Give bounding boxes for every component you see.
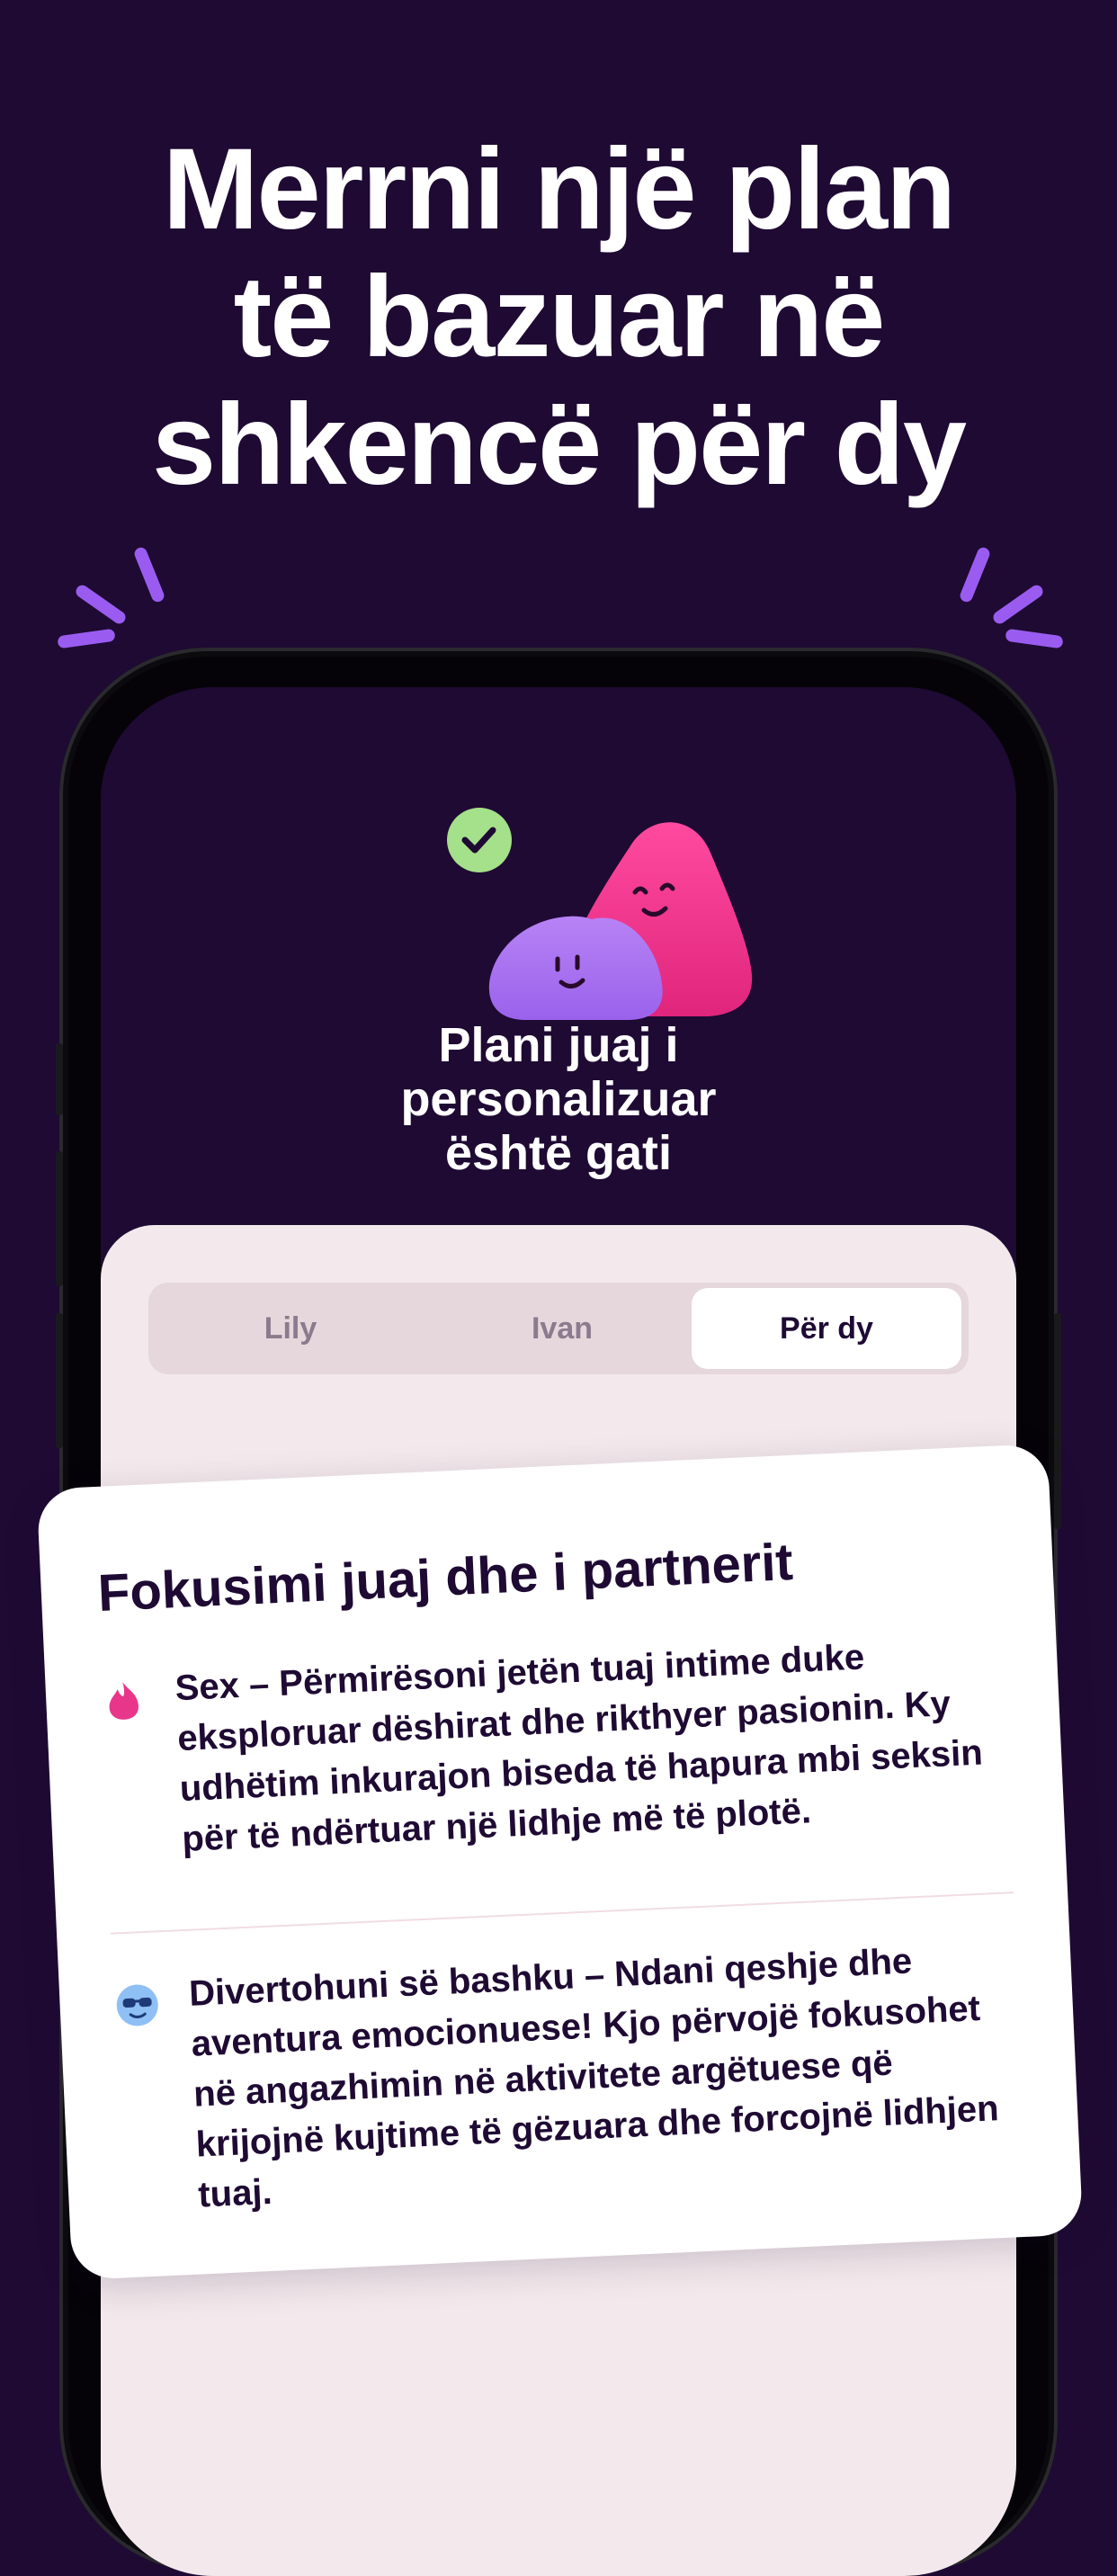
tab-lily[interactable]: Lily xyxy=(156,1288,425,1369)
headline-line-3: shkencë për dy xyxy=(152,380,967,509)
headline-line-2: të bazuar në xyxy=(233,253,886,381)
sunglasses-face-icon xyxy=(116,1984,158,2026)
phone-button xyxy=(1054,1313,1061,1529)
focus-item-fun: Divertohuni së bashku – Ndani qeshje dhe… xyxy=(112,1931,1027,2223)
headline-line-1: Merrni një plan xyxy=(162,125,956,254)
spark-left-1 xyxy=(132,545,166,604)
phone-button xyxy=(56,1043,63,1115)
flame-icon xyxy=(109,1681,139,1720)
plan-title-line-2: personalizuar xyxy=(400,1072,717,1126)
divider xyxy=(111,1892,1014,1935)
spark-right-2 xyxy=(990,582,1046,627)
spark-left-3 xyxy=(57,628,116,649)
tab-ivan-label: Ivan xyxy=(531,1310,594,1346)
plan-title-line-3: është gati xyxy=(444,1126,673,1180)
phone-button xyxy=(56,1151,63,1286)
phone-button xyxy=(56,1313,63,1448)
tab-lily-label: Lily xyxy=(264,1310,317,1346)
spark-right-1 xyxy=(958,545,992,604)
tab-per-dy-label: Për dy xyxy=(780,1310,873,1346)
focus-item-sex: Sex – Përmirësoni jetën tuaj intime duke… xyxy=(99,1625,1011,1867)
focus-item-sex-text: Sex – Përmirësoni jetën tuaj intime duke… xyxy=(174,1637,984,1860)
spark-left-2 xyxy=(73,582,129,627)
focus-card-wrapper: Fokusimi juaj dhe i partnerit Sex – Përm… xyxy=(36,1443,1084,2281)
tab-ivan[interactable]: Ivan xyxy=(427,1288,697,1369)
tab-per-dy[interactable]: Për dy xyxy=(692,1288,961,1369)
focus-card: Fokusimi juaj dhe i partnerit Sex – Përm… xyxy=(36,1443,1084,2281)
partner-tab-switcher: Lily Ivan Për dy xyxy=(148,1283,969,1374)
plan-title-line-1: Plani juaj i xyxy=(438,1018,679,1072)
check-icon xyxy=(447,808,512,872)
spark-right-3 xyxy=(1005,628,1064,649)
plan-ready-title: Plani juaj i personalizuar është gati xyxy=(101,1018,1016,1180)
headline: Merrni një plan të bazuar në shkencë për… xyxy=(0,126,1117,509)
focus-card-title: Fokusimi juaj dhe i partnerit xyxy=(96,1532,795,1623)
focus-item-fun-text: Divertohuni së bashku – Ndani qeshje dhe… xyxy=(188,1941,1000,2215)
